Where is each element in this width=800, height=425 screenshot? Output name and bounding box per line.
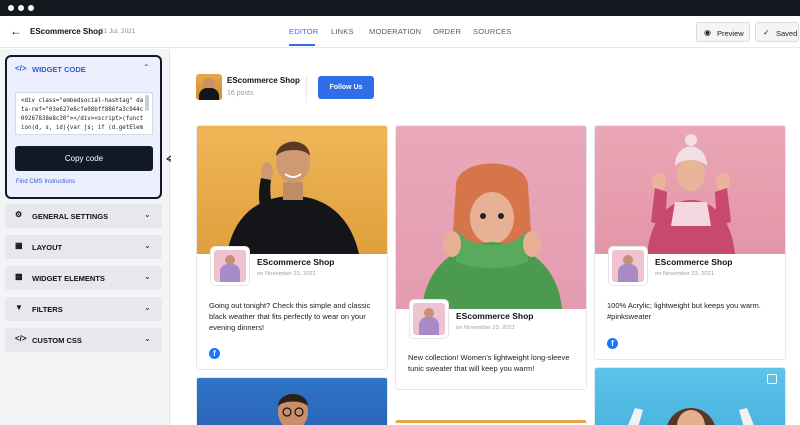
woman-green-sweater-photo xyxy=(422,163,562,309)
man-photo xyxy=(227,141,359,254)
grid-icon: ▦ xyxy=(15,241,23,250)
window-dot-icon[interactable] xyxy=(8,5,14,11)
preview-button[interactable]: ◉ Preview xyxy=(696,22,750,42)
code-icon: </> xyxy=(15,334,27,343)
section-layout[interactable]: ▦ LAYOUT ⌄ xyxy=(5,235,162,259)
post-photo xyxy=(197,126,387,254)
window-dot-icon[interactable] xyxy=(28,5,34,11)
post-author[interactable]: EScommerce Shop xyxy=(655,257,732,267)
widget-code-title[interactable]: WIDGET CODE xyxy=(32,65,86,74)
tab-editor[interactable]: EDITOR xyxy=(289,27,318,36)
gear-icon: ⚙ xyxy=(15,210,23,219)
widget-preview: EScommerce Shop 16 posts Follow Us EScom… xyxy=(171,49,800,425)
post-card[interactable]: EScommerce Shop on November 23, 2021 New… xyxy=(395,125,587,390)
chevron-down-icon: ⌄ xyxy=(144,303,151,312)
post-photo xyxy=(396,126,586,309)
widget-code-panel: </> WIDGET CODE ⌃ <div class="embedsocia… xyxy=(5,55,162,199)
widget-code-textarea[interactable]: <div class="embedsocial-hashtag" data-re… xyxy=(15,92,153,135)
app-window: ← EScommerce Shop 21 Jul, 2021 EDITOR LI… xyxy=(0,0,800,425)
window-dot-icon[interactable] xyxy=(18,5,24,11)
arrow-left-icon[interactable]: ← xyxy=(10,24,22,38)
profile-avatar[interactable] xyxy=(196,74,222,100)
chevron-down-icon: ⌄ xyxy=(144,272,151,281)
section-label: FILTERS xyxy=(32,305,63,314)
woman-blue-photo xyxy=(628,408,754,425)
top-bar: ← EScommerce Shop 21 Jul, 2021 EDITOR LI… xyxy=(0,16,800,48)
post-card[interactable]: EScommerce Shop on November 23, 2021 Goi… xyxy=(196,125,388,370)
copy-code-button[interactable]: Copy code xyxy=(15,146,153,171)
post-count: 16 posts xyxy=(227,90,254,97)
post-avatar[interactable] xyxy=(211,247,249,285)
section-label: CUSTOM CSS xyxy=(32,336,82,345)
page-date: 21 Jul, 2021 xyxy=(100,28,136,35)
code-icon: </> xyxy=(15,64,27,73)
post-card[interactable] xyxy=(594,367,786,425)
post-author[interactable]: EScommerce Shop xyxy=(456,311,533,321)
post-photo xyxy=(595,126,785,254)
preview-label: Preview xyxy=(717,29,744,38)
saved-button[interactable]: ✓ Saved xyxy=(755,22,799,42)
active-tab-indicator xyxy=(289,44,315,46)
post-caption: 100% Acrylic; lightweight but keeps you … xyxy=(607,301,761,321)
follow-us-button[interactable]: Follow Us xyxy=(318,76,374,99)
section-filters[interactable]: ▼ FILTERS ⌄ xyxy=(5,297,162,321)
post-caption: Going out tonight? Check this simple and… xyxy=(209,301,371,332)
sidebar: </> WIDGET CODE ⌃ <div class="embedsocia… xyxy=(0,49,170,425)
post-card[interactable]: EScommerce Shop on November 23, 2021 100… xyxy=(594,125,786,360)
section-widget-elements[interactable]: ▩ WIDGET ELEMENTS ⌄ xyxy=(5,266,162,290)
section-general-settings[interactable]: ⚙ GENERAL SETTINGS ⌄ xyxy=(5,204,162,228)
post-date: on November 23, 2021 xyxy=(456,325,515,331)
code-scrollbar[interactable] xyxy=(145,95,149,111)
chevron-down-icon: ⌄ xyxy=(144,334,151,343)
post-photo xyxy=(595,368,785,425)
facebook-icon[interactable]: f xyxy=(209,348,220,359)
post-avatar[interactable] xyxy=(410,300,448,338)
chevron-up-icon[interactable]: ⌃ xyxy=(143,63,150,72)
eye-icon: ◉ xyxy=(704,28,711,37)
header-divider xyxy=(306,75,307,103)
post-photo xyxy=(197,378,387,425)
woman-pink-hat-photo xyxy=(647,134,735,254)
facebook-icon[interactable]: f xyxy=(607,338,618,349)
tab-sources[interactable]: SOURCES xyxy=(473,27,512,36)
profile-name: EScommerce Shop xyxy=(227,76,300,85)
tab-order[interactable]: ORDER xyxy=(433,27,461,36)
chevron-down-icon: ⌄ xyxy=(144,210,151,219)
page-title: EScommerce Shop xyxy=(30,27,103,36)
tab-moderation[interactable]: MODERATION xyxy=(369,27,421,36)
post-caption: New collection! Women's lightweight long… xyxy=(408,353,570,373)
post-avatar[interactable] xyxy=(609,247,647,285)
window-titlebar xyxy=(0,0,800,16)
elements-icon: ▩ xyxy=(15,272,23,281)
saved-label: Saved xyxy=(776,29,798,38)
tab-links[interactable]: LINKS xyxy=(331,27,354,36)
post-card[interactable] xyxy=(395,420,587,425)
post-author[interactable]: EScommerce Shop xyxy=(257,257,334,267)
section-label: WIDGET ELEMENTS xyxy=(32,274,105,283)
cms-instructions-link[interactable]: Find CMS Instructions xyxy=(16,179,75,185)
check-icon: ✓ xyxy=(763,28,770,37)
filter-icon: ▼ xyxy=(15,303,23,312)
section-label: GENERAL SETTINGS xyxy=(32,212,109,221)
post-date: on November 23, 2021 xyxy=(257,271,316,277)
section-label: LAYOUT xyxy=(32,243,63,252)
gallery-icon[interactable] xyxy=(767,374,777,384)
section-custom-css[interactable]: </> CUSTOM CSS ⌄ xyxy=(5,328,162,352)
man-glasses-photo xyxy=(278,394,308,425)
chevron-down-icon: ⌄ xyxy=(144,241,151,250)
post-card[interactable] xyxy=(196,377,388,425)
post-date: on November 23, 2021 xyxy=(655,271,714,277)
